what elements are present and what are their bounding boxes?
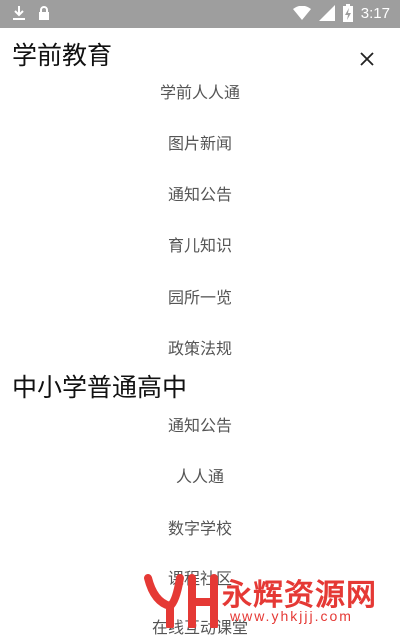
- menu-item[interactable]: 学前人人通: [0, 79, 400, 103]
- wifi-icon: [292, 6, 311, 20]
- watermark-url: www.yhkjjj.com: [230, 608, 353, 624]
- menu-item[interactable]: 通知公告: [0, 181, 400, 205]
- section-title-preschool: 学前教育: [12, 41, 113, 70]
- menu-item[interactable]: 通知公告: [0, 412, 400, 436]
- download-icon: [12, 5, 26, 21]
- lock-icon: [38, 5, 50, 21]
- watermark-logo-icon: [144, 574, 218, 628]
- signal-icon: [318, 5, 335, 21]
- menu-item[interactable]: 园所一览: [0, 284, 400, 308]
- menu-item[interactable]: 图片新闻: [0, 130, 400, 154]
- watermark: 永辉资源网 www.yhkjjj.com: [130, 566, 400, 629]
- close-icon: [360, 52, 374, 66]
- status-bar: 3:17: [0, 0, 400, 28]
- menu-item[interactable]: 育儿知识: [0, 232, 400, 256]
- battery-charging-icon: [342, 4, 353, 22]
- menu-item[interactable]: 人人通: [0, 463, 400, 487]
- close-button[interactable]: [356, 48, 378, 70]
- menu-item[interactable]: 政策法规: [0, 335, 400, 359]
- section-title-k12: 中小学普通高中: [12, 373, 188, 402]
- menu-item[interactable]: 数字学校: [0, 515, 400, 539]
- status-time: 3:17: [360, 4, 390, 22]
